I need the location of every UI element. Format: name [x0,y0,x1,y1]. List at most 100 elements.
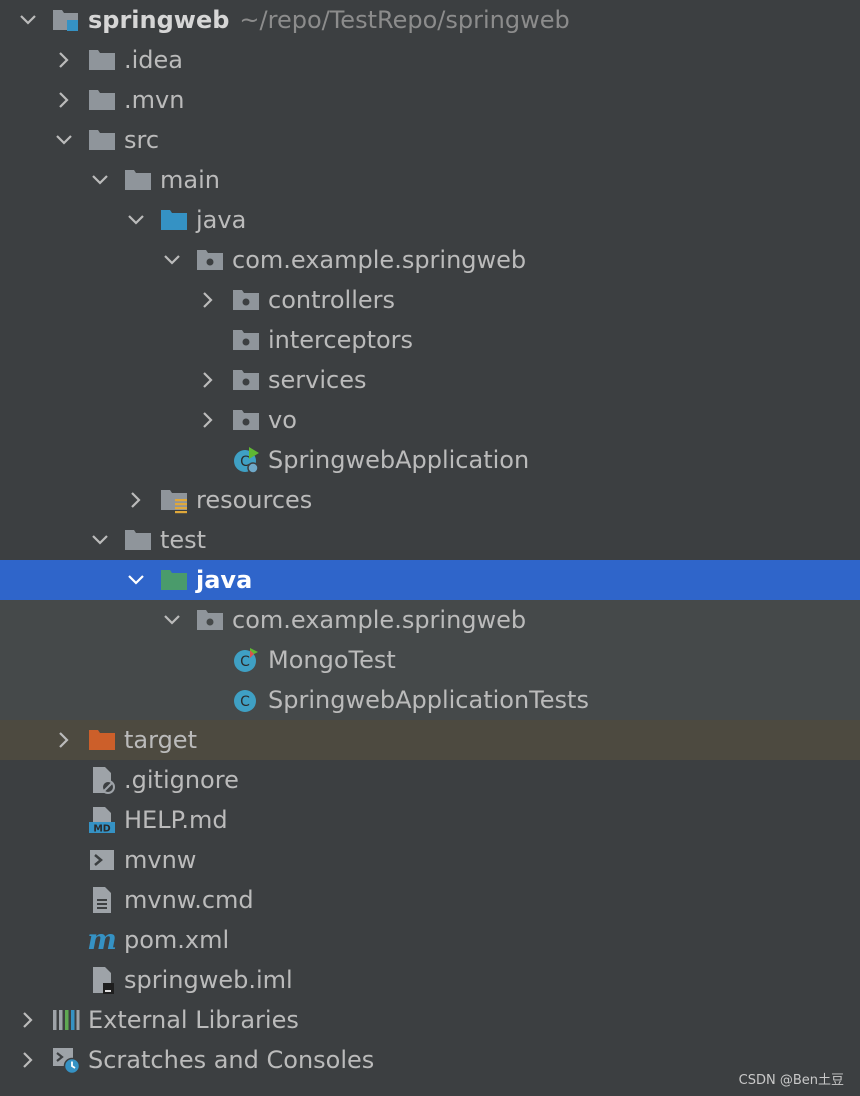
tree-item-java-test[interactable]: java [0,560,860,600]
tree-item-idea[interactable]: .idea [0,40,860,80]
class-letter: C [240,694,250,710]
project-name: springweb ~/repo/TestRepo/springweb [88,6,570,34]
tree-item-external-libraries[interactable]: External Libraries [0,1000,860,1040]
spring-boot-class-icon: C [232,446,260,474]
chevron-right-icon[interactable] [124,480,148,520]
tree-item-help-md[interactable]: MD HELP.md [0,800,860,840]
tree-item-label: mvnw [124,846,197,874]
tree-item-label: HELP.md [124,806,228,834]
chevron-down-icon[interactable] [160,240,184,280]
tree-item-services[interactable]: services [0,360,860,400]
chevron-right-icon[interactable] [52,40,76,80]
tree-item-label: Scratches and Consoles [88,1046,375,1074]
package-icon [232,286,260,314]
maven-letter: m [88,926,116,954]
tree-item-pom-xml[interactable]: m pom.xml [0,920,860,960]
package-icon [196,606,224,634]
tree-item-label: java [196,566,253,594]
class-icon: C [232,686,260,714]
watermark: CSDN @Ben土豆 [738,1073,844,1088]
tree-item-label: src [124,126,160,154]
folder-icon [88,126,116,154]
chevron-down-icon[interactable] [52,120,76,160]
tree-item-mvn[interactable]: .mvn [0,80,860,120]
markdown-file-icon: MD [88,806,116,835]
package-icon [232,326,260,354]
chevron-down-icon[interactable] [16,0,40,40]
tree-item-interceptors[interactable]: interceptors [0,320,860,360]
tree-item-label: interceptors [268,326,414,354]
tree-item-springweb-application-tests[interactable]: C SpringwebApplicationTests [0,680,860,720]
excluded-folder-icon [88,726,116,754]
tree-item-label: com.example.springweb [232,246,527,274]
chevron-right-icon[interactable] [52,720,76,760]
tree-item-package-test[interactable]: com.example.springweb [0,600,860,640]
tree-item-label: .gitignore [124,766,239,794]
tree-item-java-main[interactable]: java [0,200,860,240]
test-source-folder-icon [160,566,188,594]
tree-item-vo[interactable]: vo [0,400,860,440]
tree-item-test[interactable]: test [0,520,860,560]
chevron-down-icon[interactable] [88,520,112,560]
project-path: ~/repo/TestRepo/springweb [239,6,570,34]
module-folder-icon [52,6,80,34]
tree-item-label: test [160,526,207,554]
folder-icon [88,46,116,74]
tree-item-label: .idea [124,46,184,74]
tree-item-label: services [268,366,367,394]
module-file-icon [88,966,116,994]
markdown-badge: MD [93,824,110,835]
tree-item-label: resources [196,486,313,514]
tree-item-springweb-application[interactable]: C SpringwebApplication [0,440,860,480]
test-class-icon: C [232,646,260,674]
tree-item-label: mvnw.cmd [124,886,254,914]
scratches-icon [52,1046,81,1075]
tree-item-springweb-iml[interactable]: springweb.iml [0,960,860,1000]
tree-item-label: External Libraries [88,1006,299,1034]
folder-icon [124,166,152,194]
tree-item-label: .mvn [124,86,185,114]
chevron-down-icon[interactable] [124,560,148,600]
chevron-down-icon[interactable] [160,600,184,640]
chevron-right-icon[interactable] [196,360,220,400]
tree-item-label: main [160,166,220,194]
tree-item-label: springweb.iml [124,966,293,994]
libraries-icon [52,1006,80,1034]
tree-item-label: controllers [268,286,395,314]
chevron-right-icon[interactable] [52,80,76,120]
source-folder-icon [160,206,188,234]
tree-item-mvnw-cmd[interactable]: mvnw.cmd [0,880,860,920]
tree-item-mvnw[interactable]: mvnw [0,840,860,880]
tree-item-package-main[interactable]: com.example.springweb [0,240,860,280]
tree-item-src[interactable]: src [0,120,860,160]
chevron-right-icon[interactable] [16,1000,40,1040]
folder-icon [124,526,152,554]
tree-item-label: com.example.springweb [232,606,527,634]
class-letter: C [240,654,250,670]
tree-item-mongotest[interactable]: C MongoTest [0,640,860,680]
chevron-right-icon[interactable] [16,1040,40,1080]
tree-item-project-root[interactable]: springweb ~/repo/TestRepo/springweb [0,0,860,40]
chevron-right-icon[interactable] [196,400,220,440]
tree-item-label: pom.xml [124,926,230,954]
tree-item-target[interactable]: target [0,720,860,760]
tree-item-label: vo [268,406,297,434]
shell-script-icon [88,846,116,874]
package-icon [196,246,224,274]
tree-item-gitignore[interactable]: .gitignore [0,760,860,800]
tree-item-scratches-and-consoles[interactable]: Scratches and Consoles [0,1040,860,1080]
package-icon [232,406,260,434]
tree-item-label: target [124,726,197,754]
folder-icon [88,86,116,114]
chevron-down-icon[interactable] [124,200,148,240]
resources-folder-icon [160,486,188,514]
tree-item-label: java [196,206,247,234]
tree-item-controllers[interactable]: controllers [0,280,860,320]
package-icon [232,366,260,394]
ignore-file-icon [88,766,116,794]
chevron-down-icon[interactable] [88,160,112,200]
chevron-right-icon[interactable] [196,280,220,320]
tree-item-main[interactable]: main [0,160,860,200]
tree-item-label: SpringwebApplication [268,446,530,474]
tree-item-resources[interactable]: resources [0,480,860,520]
